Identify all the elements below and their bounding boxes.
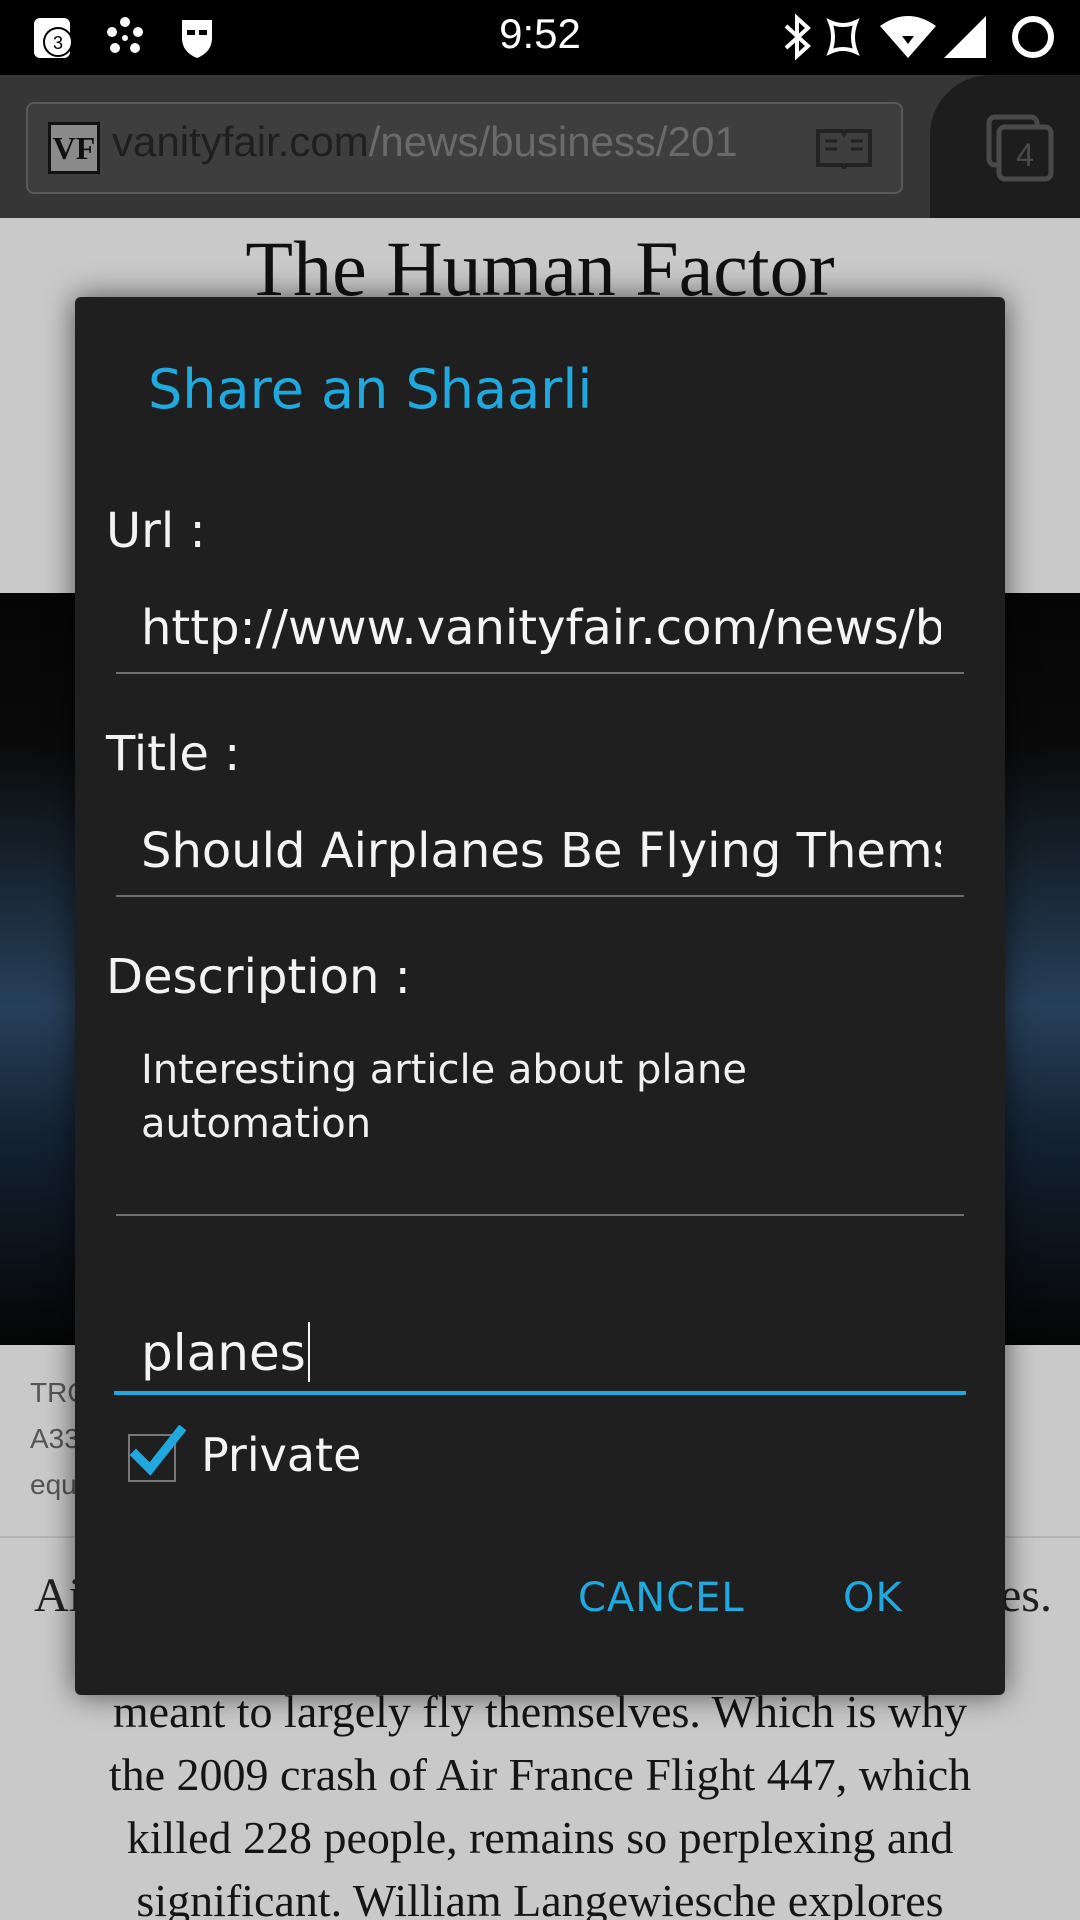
tags-text: planes bbox=[141, 1324, 306, 1382]
url-domain: vanityfair.com bbox=[112, 118, 369, 165]
title-field[interactable]: Should Airplanes Be Flying Thems bbox=[116, 813, 964, 897]
private-label[interactable]: Private bbox=[201, 1428, 361, 1482]
bluetooth-icon bbox=[784, 13, 811, 61]
tags-field[interactable]: planes bbox=[114, 1305, 966, 1395]
status-bar: 3 9:52 bbox=[0, 0, 1080, 75]
wifi-icon bbox=[880, 16, 936, 58]
article-body: meant to largely fly themselves. Which i… bbox=[0, 1680, 1080, 1920]
description-field-value: Interesting article about plane automati… bbox=[141, 1047, 747, 1147]
lead-text-right: es. bbox=[1000, 1569, 1052, 1622]
url-field[interactable]: http://www.vanityfair.com/news/b bbox=[116, 590, 964, 674]
dialog-title: Share an Shaarli bbox=[148, 358, 593, 421]
body-line: significant. William Langewiesche explor… bbox=[136, 1875, 944, 1920]
checkmark-icon[interactable] bbox=[128, 1425, 188, 1481]
ok-button[interactable]: OK bbox=[843, 1575, 903, 1621]
tags-field-value: planes bbox=[141, 1322, 310, 1382]
battery-ring-icon bbox=[1012, 16, 1054, 58]
description-label: Description : bbox=[106, 949, 411, 1005]
url-label: Url : bbox=[106, 503, 206, 559]
cancel-button[interactable]: CANCEL bbox=[578, 1575, 745, 1621]
body-line: killed 228 people, remains so perplexing… bbox=[126, 1812, 954, 1863]
reader-mode-icon[interactable] bbox=[815, 125, 873, 169]
svg-text:4: 4 bbox=[1016, 137, 1034, 173]
url-text[interactable]: vanityfair.com/news/business/201 bbox=[112, 118, 792, 166]
signal-icon bbox=[944, 16, 986, 58]
title-field-value: Should Airplanes Be Flying Thems bbox=[141, 823, 941, 879]
title-label: Title : bbox=[106, 726, 241, 782]
nfc-icon bbox=[826, 18, 860, 56]
url-path: /news/business/201 bbox=[368, 118, 738, 165]
tabs-counter-icon[interactable]: 4 bbox=[985, 113, 1055, 183]
site-favicon: VF bbox=[48, 122, 100, 174]
url-field-value: http://www.vanityfair.com/news/b bbox=[141, 600, 941, 656]
text-cursor bbox=[307, 1322, 310, 1382]
body-line: the 2009 crash of Air France Flight 447,… bbox=[108, 1749, 972, 1800]
